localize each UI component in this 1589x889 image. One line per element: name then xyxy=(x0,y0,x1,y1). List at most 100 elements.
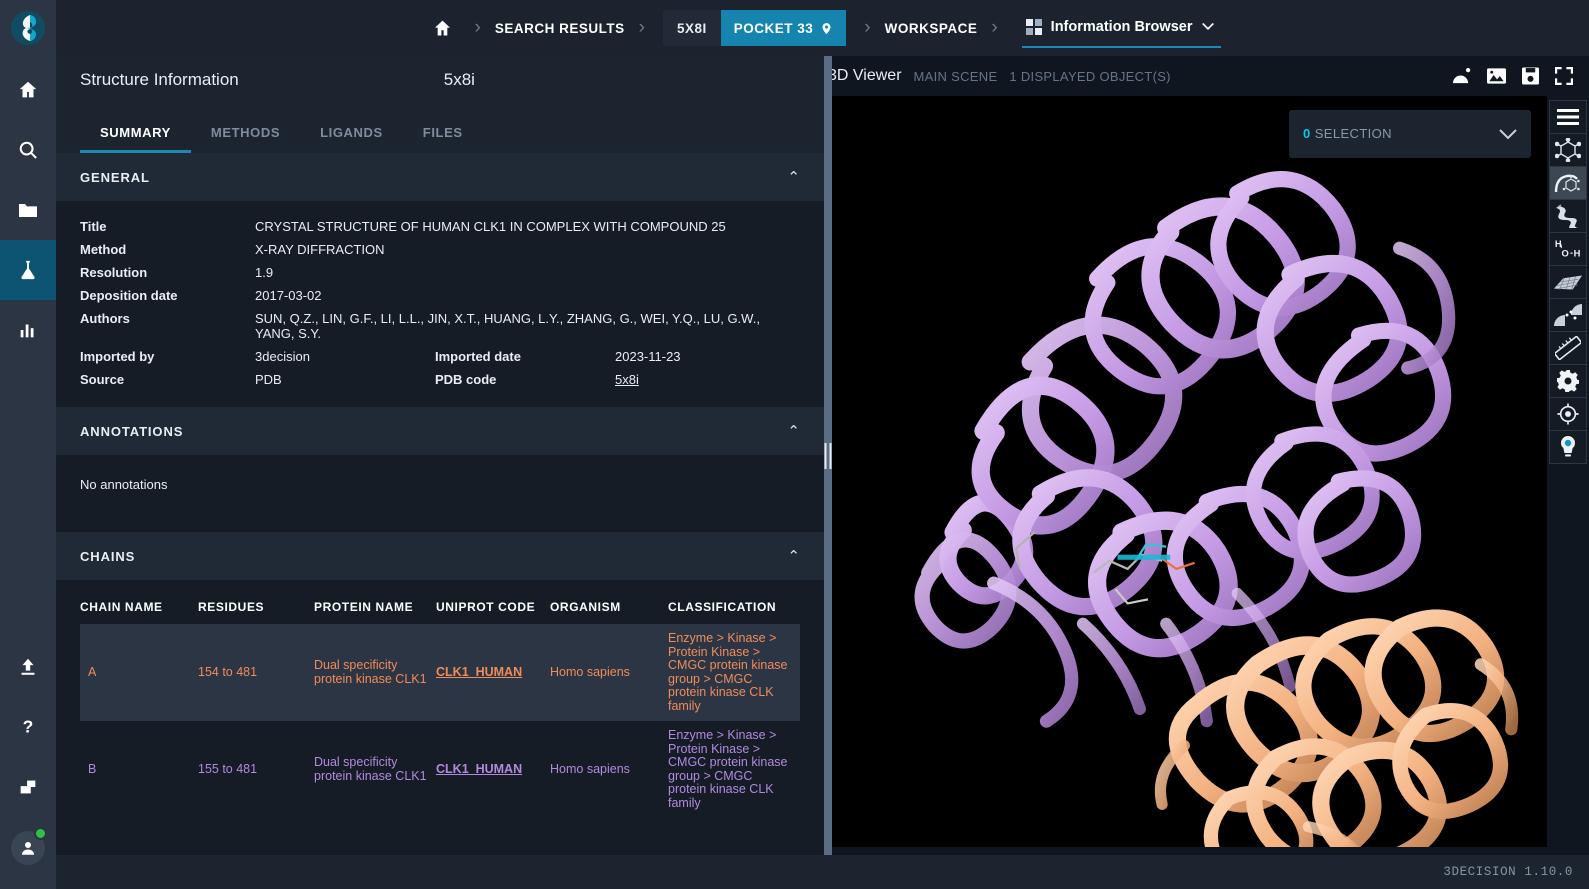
rail-secondary-items: ? xyxy=(0,637,56,889)
section-header-annotations[interactable]: ANNOTATIONS ⌃ xyxy=(56,407,824,455)
column-organism: ORGANISM xyxy=(550,600,621,614)
panel-content: GENERAL ⌃ Title CRYSTAL STRUCTURE OF HUM… xyxy=(56,153,824,855)
chevron-up-icon[interactable]: ⌃ xyxy=(787,424,800,439)
gear-icon[interactable] xyxy=(1549,364,1587,398)
interactions-icon[interactable] xyxy=(1549,298,1587,332)
chevron-up-icon[interactable]: ⌃ xyxy=(787,170,800,185)
column-chain-name: CHAIN NAME xyxy=(80,600,163,614)
table-row[interactable]: B 155 to 481 Dual specificity protein ki… xyxy=(80,721,800,818)
menu-icon[interactable] xyxy=(1549,100,1587,134)
section-header-chains[interactable]: CHAINS ⌃ xyxy=(56,532,824,580)
center-target-icon[interactable] xyxy=(1549,397,1587,431)
link-uniprot-code[interactable]: CLK1_HUMAN xyxy=(436,665,522,679)
sidebar-item-help[interactable]: ? xyxy=(0,697,56,757)
save-icon[interactable] xyxy=(1522,67,1539,85)
tab-files[interactable]: FILES xyxy=(403,125,483,153)
avatar[interactable] xyxy=(0,817,56,879)
label-resolution: Resolution xyxy=(80,265,148,280)
column-classification: CLASSIFICATION xyxy=(668,600,777,614)
breadcrumb-separator-2: › xyxy=(638,17,645,38)
breadcrumb-pocket-label: POCKET 33 xyxy=(733,20,814,36)
value-title: CRYSTAL STRUCTURE OF HUMAN CLK1 IN COMPL… xyxy=(255,219,726,234)
section-title-annotations: ANNOTATIONS xyxy=(80,423,184,439)
viewer-header: 3D Viewer MAIN SCENE 1 DISPLAYED OBJECT(… xyxy=(824,56,1589,96)
fullscreen-icon[interactable] xyxy=(1555,67,1573,85)
breadcrumb-pocket-pill[interactable]: POCKET 33 xyxy=(720,10,847,46)
viewer-title: 3D Viewer xyxy=(828,67,902,84)
column-uniprot-code: UNIPROT CODE xyxy=(436,600,536,614)
sidebar-item-analytics[interactable] xyxy=(0,300,56,360)
value-imported-date: 2023-11-23 xyxy=(615,349,681,364)
image-icon[interactable] xyxy=(1487,67,1506,85)
link-pdb-code[interactable]: 5x8i xyxy=(615,372,639,387)
tab-methods[interactable]: METHODS xyxy=(191,125,300,153)
label-title: Title xyxy=(80,219,107,234)
svg-text:?: ? xyxy=(23,717,34,737)
grid-icon xyxy=(1025,19,1042,35)
molecule-canvas[interactable]: 0 SELECTION xyxy=(826,96,1547,847)
sidebar-item-home[interactable] xyxy=(0,60,56,120)
viewer-scene-label: MAIN SCENE xyxy=(913,68,998,84)
selection-dropdown[interactable]: 0 SELECTION xyxy=(1289,110,1531,158)
chains-table-wrapper: CHAIN NAME RESIDUES PROTEIN NAME UNIPROT… xyxy=(56,580,824,818)
section-title-general: GENERAL xyxy=(80,169,150,185)
top-breadcrumb-bar: › SEARCH RESULTS › 5X8I POCKET 33 › WORK… xyxy=(56,0,1589,56)
panel-header: Structure Information 5x8i xyxy=(56,56,824,104)
panel-tabs: SUMMARY METHODS LIGANDS FILES xyxy=(56,104,824,153)
column-protein-name: PROTEIN NAME xyxy=(314,600,414,614)
tool-selector-information-browser[interactable]: Information Browser xyxy=(1021,8,1222,48)
surface-icon[interactable] xyxy=(1549,265,1587,299)
lightbulb-icon[interactable] xyxy=(1549,430,1587,464)
bar-chart-icon xyxy=(20,324,34,338)
chevron-up-icon[interactable]: ⌃ xyxy=(787,549,800,564)
label-pdb-code: PDB code xyxy=(435,372,497,387)
breadcrumb-structure-id[interactable]: 5X8I xyxy=(677,21,721,36)
label-source: Source xyxy=(80,372,125,387)
tab-summary[interactable]: SUMMARY xyxy=(80,125,191,153)
resize-grip-icon xyxy=(824,442,832,469)
chains-table: CHAIN NAME RESIDUES PROTEIN NAME UNIPROT… xyxy=(80,596,800,818)
molecule-icon[interactable] xyxy=(1549,133,1587,167)
breadcrumb: › SEARCH RESULTS › 5X8I POCKET 33 › WORK… xyxy=(424,8,1222,48)
breadcrumb-home[interactable] xyxy=(424,18,461,39)
sidebar-item-search[interactable] xyxy=(0,120,56,180)
question-mark-icon: ? xyxy=(23,717,34,737)
sidebar-item-projects[interactable] xyxy=(0,180,56,240)
section-body-general: Title CRYSTAL STRUCTURE OF HUMAN CLK1 IN… xyxy=(56,201,824,407)
app-logo[interactable] xyxy=(0,0,56,56)
left-nav-rail: ? xyxy=(0,0,56,889)
breadcrumb-separator-4: › xyxy=(991,17,998,38)
panel-resize-handle[interactable] xyxy=(824,56,832,855)
label-method: Method xyxy=(80,242,127,257)
water-icon[interactable]: HOH xyxy=(1549,232,1587,266)
ribbon-icon[interactable] xyxy=(1549,199,1587,233)
cell-residues: 154 to 481 xyxy=(198,664,258,679)
cell-organism: Homo sapiens xyxy=(550,664,630,679)
ligand-pocket-icon[interactable] xyxy=(1549,166,1587,200)
selection-label: SELECTION xyxy=(1314,126,1392,141)
viewer-stage: 0 SELECTION H O H xyxy=(824,96,1589,855)
sidebar-item-upload[interactable] xyxy=(0,637,56,697)
body-column: › SEARCH RESULTS › 5X8I POCKET 33 › WORK… xyxy=(56,0,1589,889)
orbit-icon[interactable] xyxy=(1451,68,1471,84)
protein-ribbon-render xyxy=(831,96,1542,847)
column-residues: RESIDUES xyxy=(198,600,265,614)
windows-icon xyxy=(20,780,36,794)
breadcrumb-workspace[interactable]: WORKSPACE xyxy=(885,21,978,36)
breadcrumb-separator-3: › xyxy=(864,17,871,38)
ruler-icon[interactable] xyxy=(1549,331,1587,365)
value-deposition-date: 2017-03-02 xyxy=(255,288,322,303)
table-row[interactable]: A 154 to 481 Dual specificity protein ki… xyxy=(80,624,800,721)
sidebar-item-structures[interactable] xyxy=(0,240,56,300)
breadcrumb-separator-1: › xyxy=(474,17,481,38)
breadcrumb-search-results[interactable]: SEARCH RESULTS xyxy=(495,21,625,36)
section-header-general[interactable]: GENERAL ⌃ xyxy=(56,153,824,201)
label-authors: Authors xyxy=(80,311,130,326)
label-imported-by: Imported by xyxy=(80,349,155,364)
cell-protein-name: Dual specificity protein kinase CLK1 xyxy=(314,658,427,686)
sidebar-item-feedback[interactable] xyxy=(0,757,56,817)
tab-ligands[interactable]: LIGANDS xyxy=(300,125,403,153)
section-title-chains: CHAINS xyxy=(80,548,136,564)
cell-chain-name: B xyxy=(88,761,97,776)
link-uniprot-code[interactable]: CLK1_HUMAN xyxy=(436,762,522,776)
